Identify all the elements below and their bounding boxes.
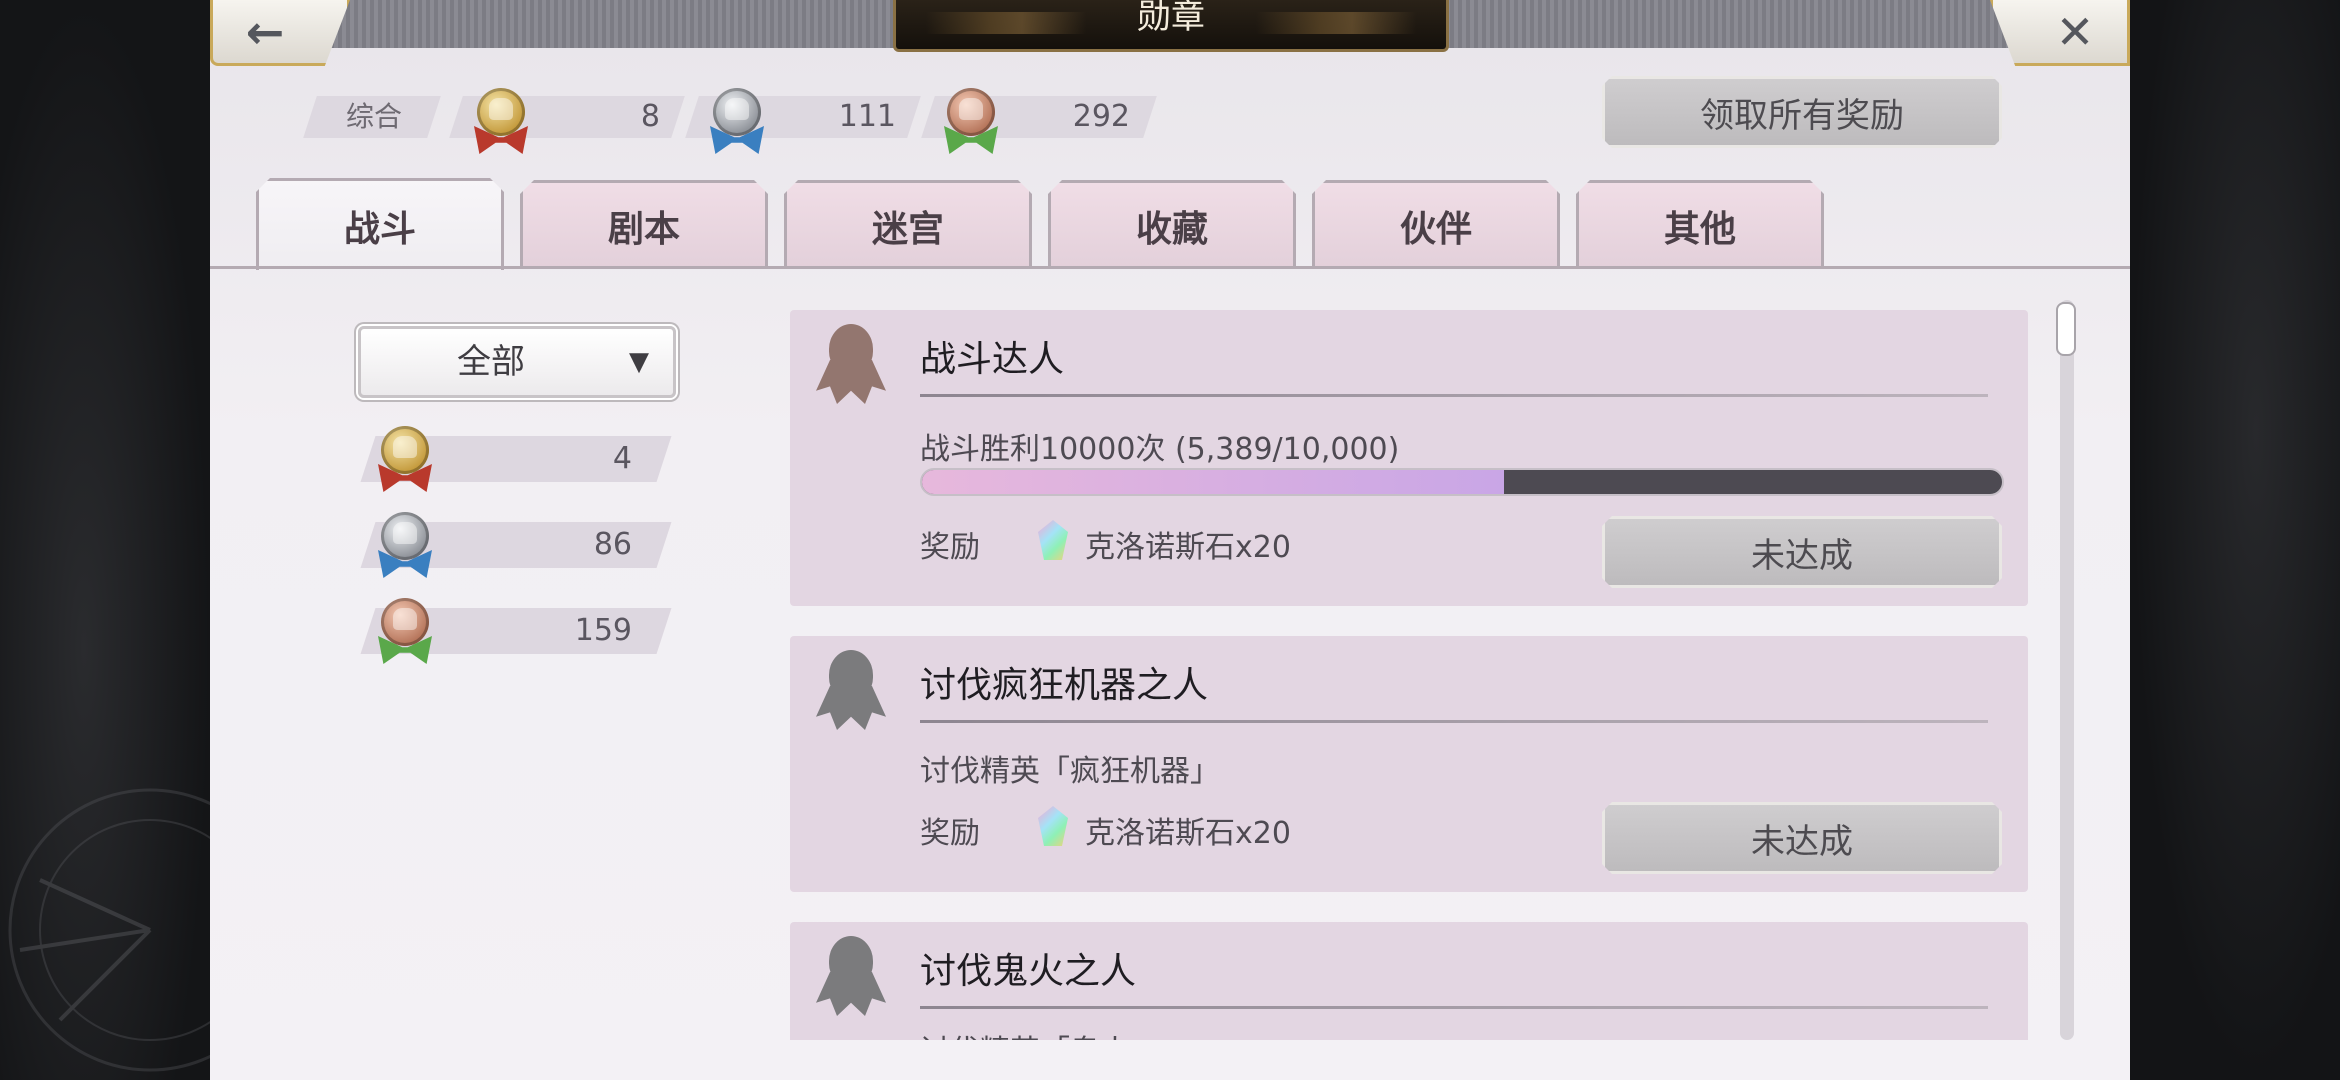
side-bronze-count: 159 <box>574 613 632 648</box>
achievement-list[interactable]: 战斗达人 战斗胜利10000次 (5,389/10,000) 奖励 克洛诺斯石x… <box>790 300 2050 1040</box>
tab-dungeon[interactable]: 迷宫 <box>784 180 1032 268</box>
reward-text: 克洛诺斯石x20 <box>1085 816 1291 851</box>
achievement-title: 战斗达人 <box>920 339 1065 380</box>
scrollbar-track[interactable] <box>2060 300 2074 1040</box>
achievement-description: 讨伐精英「鬼火」 <box>920 1026 1160 1040</box>
achievement-badge-icon <box>816 324 886 406</box>
gold-total-count: 8 <box>640 99 660 134</box>
chronos-stone-icon <box>1038 806 1068 846</box>
reward-text: 克洛诺斯石x20 <box>1085 530 1291 565</box>
silver-total-count: 111 <box>838 99 896 134</box>
tab-companion[interactable]: 伙伴 <box>1312 180 1560 268</box>
right-background <box>2130 0 2340 1080</box>
reward-label: 奖励 <box>920 530 980 565</box>
back-button[interactable]: ← <box>210 0 350 66</box>
side-silver-count: 86 <box>593 527 632 562</box>
achievement-badge-icon <box>816 650 886 732</box>
clock-ornament-decoration <box>8 788 210 1072</box>
bronze-total-count: 292 <box>1072 99 1130 134</box>
achievement-description: 战斗胜利10000次 (5,389/10,000) <box>920 432 1400 467</box>
progress-bar-fill <box>922 470 1504 494</box>
silver-medal-icon <box>710 88 764 154</box>
status-button[interactable]: 未达成 <box>1602 802 2002 874</box>
side-silver-row: 86 <box>358 512 672 578</box>
filter-selected-value: 全部 <box>457 342 525 382</box>
achievement-description: 讨伐精英「疯狂机器」 <box>920 754 1220 789</box>
progress-bar <box>920 468 2004 496</box>
chevron-down-icon: ▼ <box>629 347 649 377</box>
totals-label: 综合 <box>346 100 403 133</box>
title-divider <box>920 1006 1988 1009</box>
scrollbar-thumb[interactable] <box>2056 302 2076 356</box>
tab-script[interactable]: 剧本 <box>520 180 768 268</box>
silver-medal-icon <box>378 512 432 578</box>
filter-dropdown[interactable]: 全部 ▼ <box>358 326 676 398</box>
back-arrow-icon: ← <box>245 4 285 59</box>
status-button[interactable]: 未达成 <box>1602 516 2002 588</box>
gold-medal-icon <box>474 88 528 154</box>
medal-panel: 勋章 ← ✕ 综合 8 111 292 领取所有奖励 战斗 剧本 迷宫 收藏 伙… <box>210 0 2130 1080</box>
close-icon: ✕ <box>2055 4 2095 59</box>
bronze-medal-icon <box>378 598 432 664</box>
claim-all-button[interactable]: 领取所有奖励 <box>1602 76 2002 148</box>
tab-other[interactable]: 其他 <box>1576 180 1824 268</box>
tab-battle[interactable]: 战斗 <box>256 178 504 270</box>
page-title: 勋章 <box>1137 0 1205 37</box>
title-divider <box>920 394 1988 397</box>
achievement-card: 战斗达人 战斗胜利10000次 (5,389/10,000) 奖励 克洛诺斯石x… <box>790 310 2028 606</box>
bronze-medal-icon <box>944 88 998 154</box>
tab-collection[interactable]: 收藏 <box>1048 180 1296 268</box>
close-button[interactable]: ✕ <box>1990 0 2130 66</box>
chronos-stone-icon <box>1038 520 1068 560</box>
gold-medal-icon <box>378 426 432 492</box>
side-gold-count: 4 <box>612 441 632 476</box>
achievement-title: 讨伐鬼火之人 <box>920 951 1137 992</box>
reward-label: 奖励 <box>920 816 980 851</box>
title-divider <box>920 720 1988 723</box>
side-bronze-row: 159 <box>358 598 672 664</box>
tab-baseline <box>210 266 2130 269</box>
achievement-card: 讨伐鬼火之人 讨伐精英「鬼火」 <box>790 922 2028 1040</box>
achievement-badge-icon <box>816 936 886 1018</box>
side-gold-row: 4 <box>358 426 672 492</box>
title-plate: 勋章 <box>893 0 1449 52</box>
achievement-title: 讨伐疯狂机器之人 <box>920 665 1209 706</box>
achievement-card: 讨伐疯狂机器之人 讨伐精英「疯狂机器」 奖励 克洛诺斯石x20 未达成 <box>790 636 2028 892</box>
